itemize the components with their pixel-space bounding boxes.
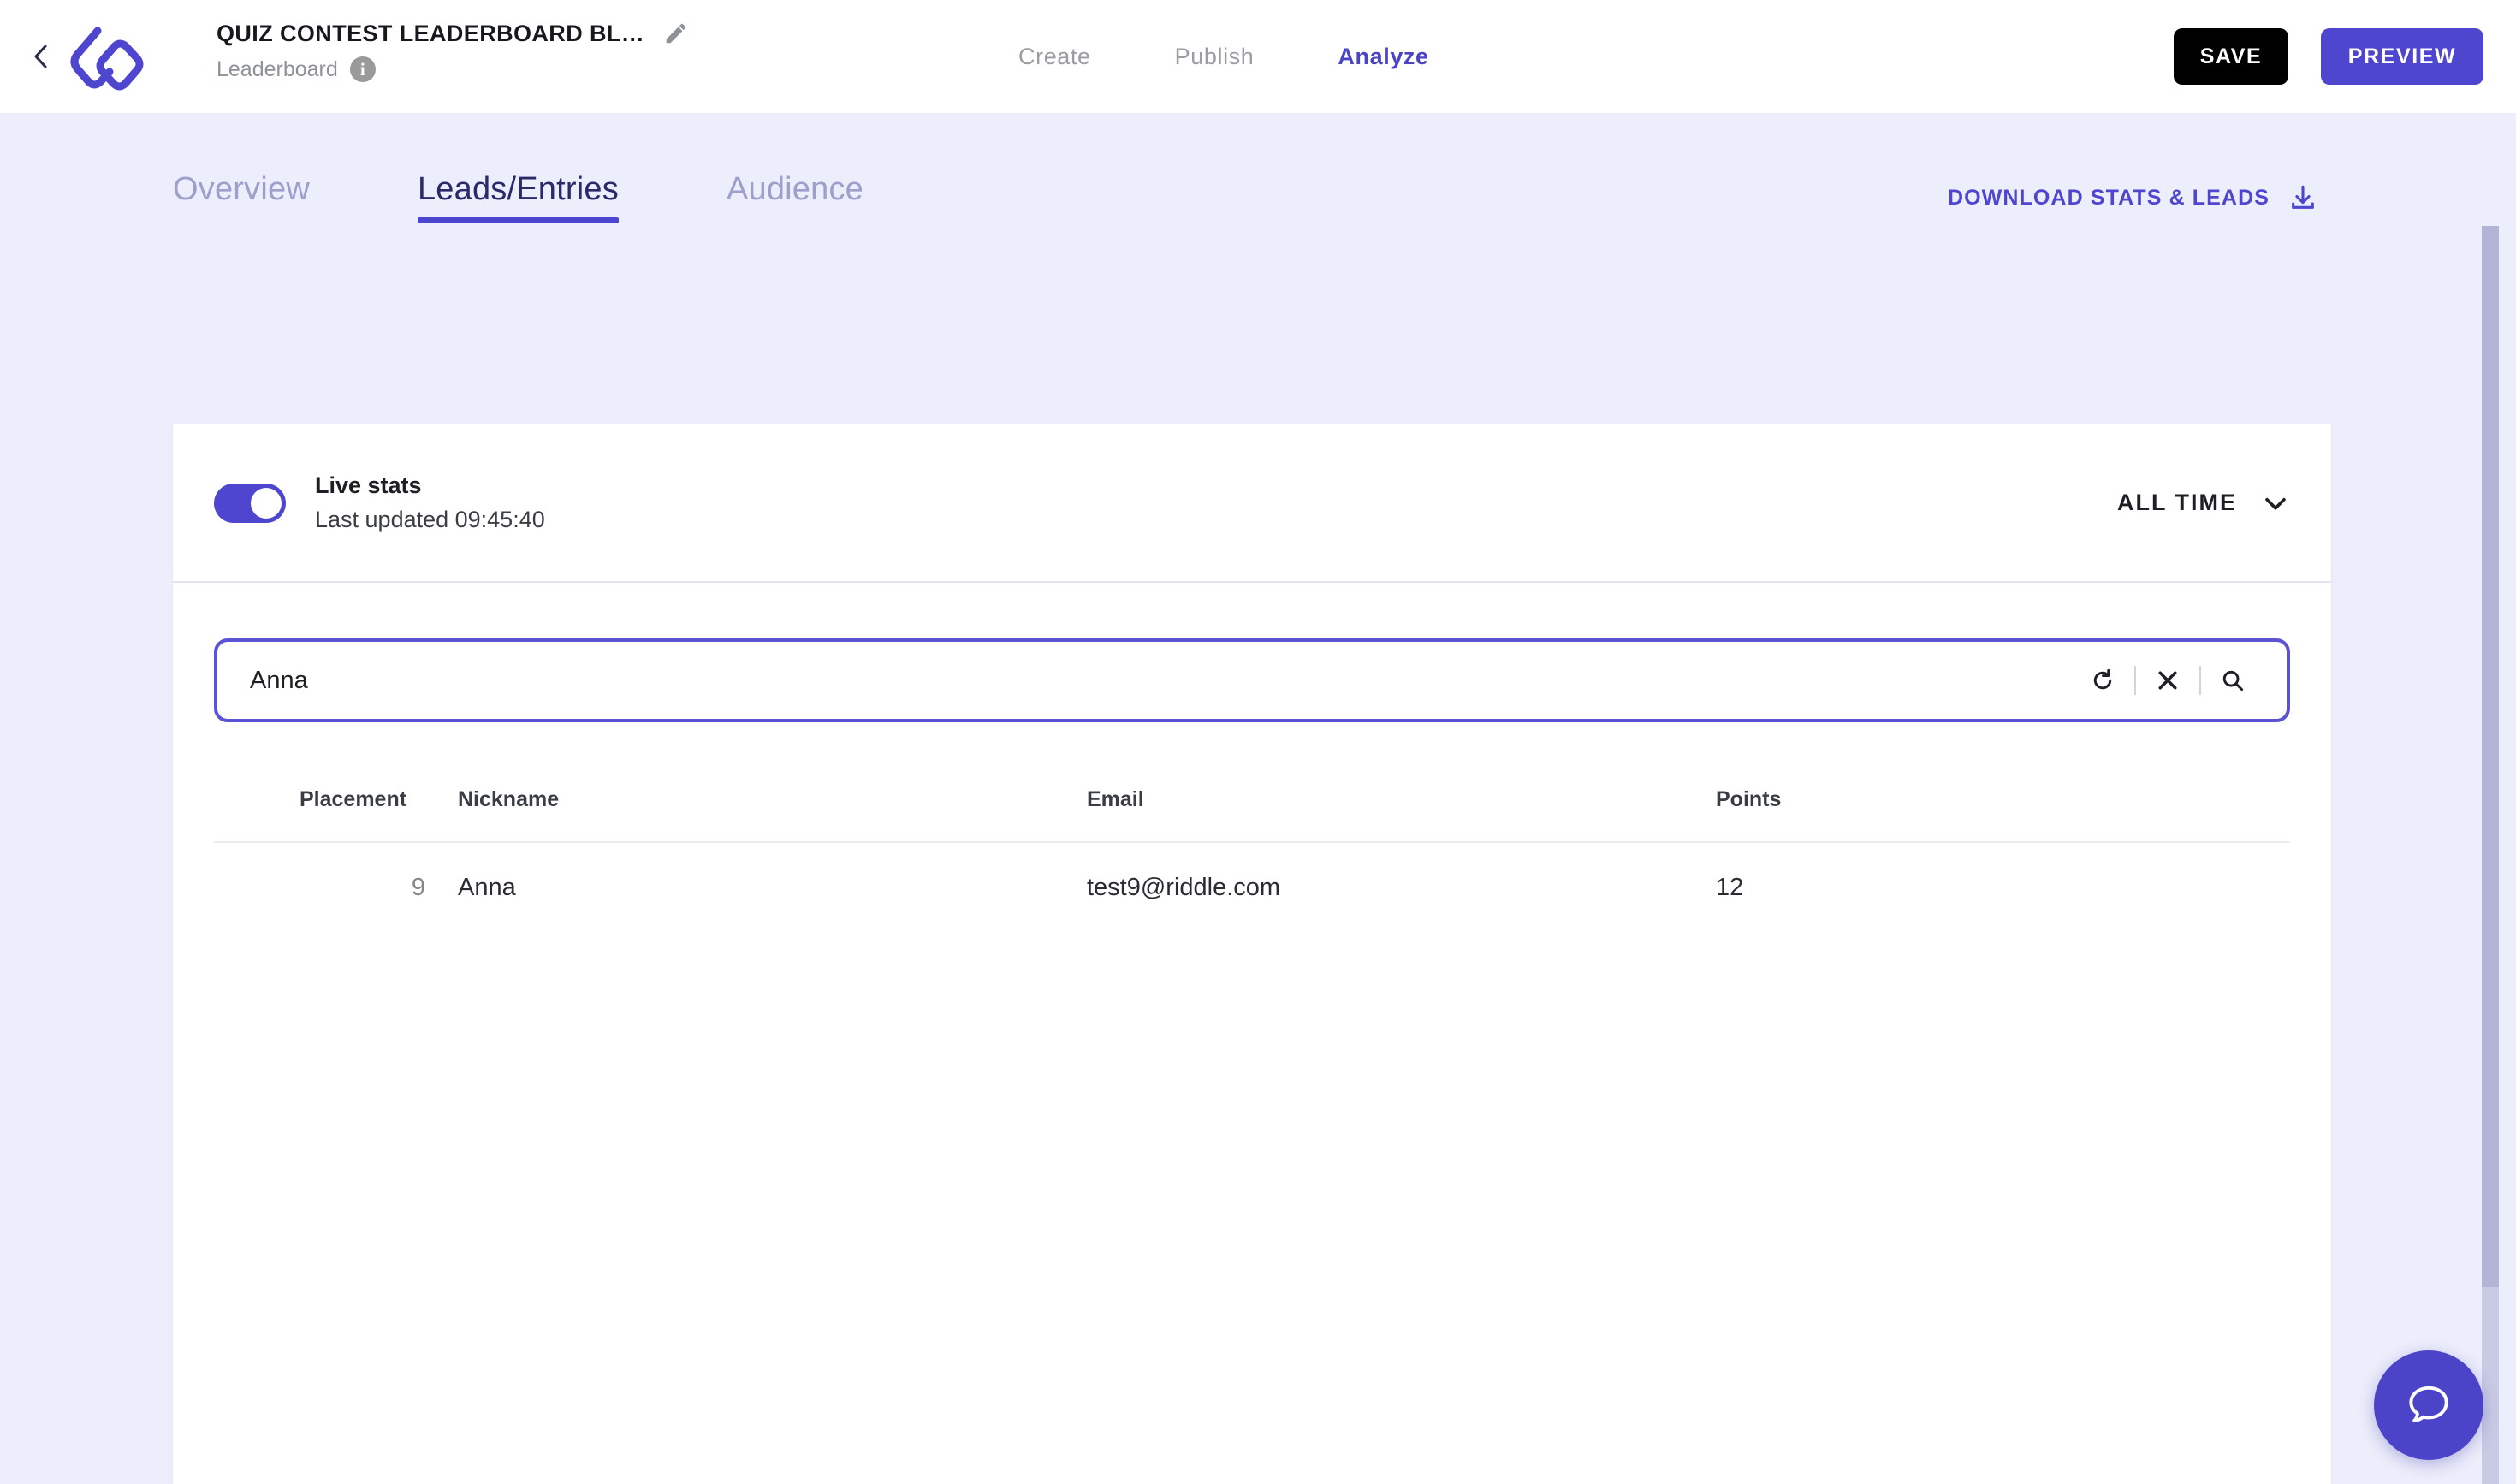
live-stats-group: Live stats Last updated 09:45:40 [214,471,545,535]
refresh-icon [2093,668,2112,690]
preview-button[interactable]: PREVIEW [2321,28,2483,85]
page-body: Overview Leads/Entries Audience DOWNLOAD… [0,113,2499,1484]
column-header-placement[interactable]: Placement [214,767,458,843]
app-root: QUIZ CONTEST LEADERBOARD BL… Leaderboard… [0,0,2516,1484]
live-stats-last-updated: Last updated 09:45:40 [315,507,545,532]
page-scrollbar[interactable] [2482,226,2499,1484]
column-header-nickname[interactable]: Nickname [458,767,1087,843]
search-box[interactable] [214,638,2290,722]
card-header: Live stats Last updated 09:45:40 ALL TIM… [173,424,2331,583]
table-header-row: Placement Nickname Email Points [214,767,2290,843]
live-stats-text: Live stats Last updated 09:45:40 [315,471,545,535]
pencil-icon[interactable] [663,21,689,46]
main-nav: Create Publish Analyze [1018,0,1429,113]
nav-item-publish[interactable]: Publish [1175,44,1255,70]
info-icon[interactable]: i [349,56,376,82]
back-button[interactable] [29,43,53,70]
analytics-tabs-row: Overview Leads/Entries Audience DOWNLOAD… [173,171,2329,265]
search-input[interactable] [217,666,2078,695]
scrollbar-thumb[interactable] [2482,226,2499,1287]
analytics-card: Live stats Last updated 09:45:40 ALL TIM… [173,424,2331,1484]
topbar-actions: SAVE PREVIEW [2174,28,2483,85]
divider [2134,666,2136,695]
close-icon [2158,671,2177,690]
download-label: DOWNLOAD STATS & LEADS [1947,185,2270,210]
column-header-points[interactable]: Points [1716,767,2290,843]
leads-table-wrap: Placement Nickname Email Points 9 Anna t… [173,767,2331,933]
divider [2199,666,2201,695]
chat-support-button[interactable] [2374,1350,2483,1460]
top-bar: QUIZ CONTEST LEADERBOARD BL… Leaderboard… [0,0,2516,113]
subtitle-row: Leaderboard i [217,56,696,82]
tab-overview[interactable]: Overview [173,171,310,223]
time-range-selector[interactable]: ALL TIME [2117,489,2290,518]
tab-audience[interactable]: Audience [727,171,863,223]
time-range-label: ALL TIME [2117,490,2237,515]
refresh-button[interactable] [2078,656,2127,705]
search-submit-button[interactable] [2208,656,2258,705]
chevron-down-icon [2265,497,2286,510]
save-button[interactable]: SAVE [2174,28,2288,85]
tab-leads-entries[interactable]: Leads/Entries [417,171,619,223]
search-area [173,638,2331,722]
table-head: Placement Nickname Email Points [214,767,2290,843]
cell-email: test9@riddle.com [1087,874,1281,901]
table-body: 9 Anna test9@riddle.com 12 [214,842,2290,933]
riddle-logo-icon[interactable] [58,21,147,96]
cell-points: 12 [1716,874,1744,901]
title-row: QUIZ CONTEST LEADERBOARD BL… [217,19,696,48]
search-icon [2222,670,2244,692]
column-header-email[interactable]: Email [1087,767,1716,843]
table-row[interactable]: 9 Anna test9@riddle.com 12 [214,842,2290,933]
nav-item-analyze[interactable]: Analyze [1338,44,1428,70]
download-icon [2292,185,2314,209]
live-stats-toggle[interactable] [214,483,286,523]
page-subtitle: Leaderboard [217,57,338,81]
toggle-knob [251,487,282,519]
nav-item-create[interactable]: Create [1018,44,1091,70]
chevron-left-icon [34,45,47,68]
cell-nickname: Anna [458,874,516,901]
download-stats-leads-button[interactable]: DOWNLOAD STATS & LEADS [1948,183,2317,212]
chat-bubble-icon [2409,1386,2448,1422]
search-actions [2078,656,2287,705]
cell-placement: 9 [411,874,425,901]
live-stats-title: Live stats [315,472,422,498]
clear-search-button[interactable] [2143,656,2193,705]
title-block: QUIZ CONTEST LEADERBOARD BL… Leaderboard… [217,19,696,82]
leads-table: Placement Nickname Email Points 9 Anna t… [214,767,2290,933]
page-title: QUIZ CONTEST LEADERBOARD BL… [217,21,645,46]
